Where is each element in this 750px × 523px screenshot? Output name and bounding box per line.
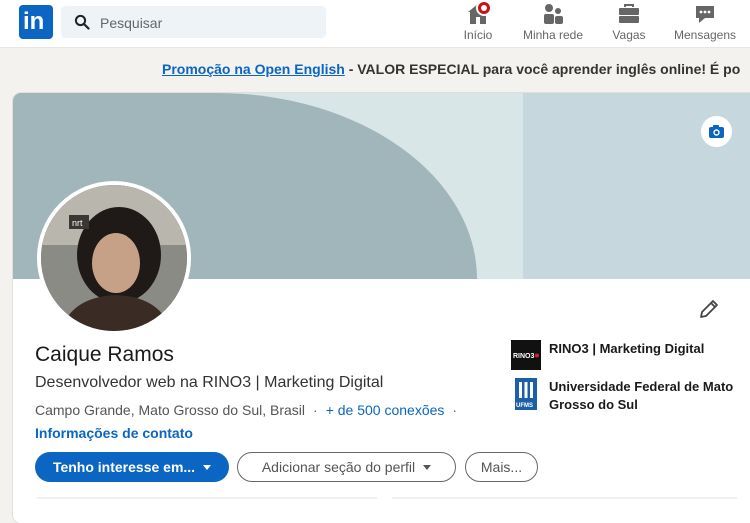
divider: [37, 497, 737, 499]
linkedin-logo[interactable]: in: [19, 5, 53, 39]
top-navbar: in Início Minha rede: [0, 0, 750, 48]
add-profile-section-button[interactable]: Adicionar seção do perfil: [237, 452, 456, 482]
rino3-logo-text: RINO3: [513, 353, 535, 360]
ufms-logo-text: UFMS: [516, 403, 533, 409]
promo-link[interactable]: Promoção na Open English: [162, 61, 345, 77]
search-box[interactable]: [61, 6, 326, 38]
caret-down-icon: [423, 464, 432, 470]
more-label: Mais...: [480, 459, 523, 475]
camera-icon: [709, 125, 724, 138]
contact-info-link[interactable]: Informações de contato: [35, 425, 193, 441]
nav-item-network[interactable]: Minha rede: [513, 2, 593, 46]
promo-banner: Promoção na Open English - VALOR ESPECIA…: [162, 61, 740, 77]
nav-label-jobs: Vagas: [612, 28, 646, 42]
home-icon: [466, 0, 492, 26]
open-to-button[interactable]: Tenho interesse em...: [35, 452, 229, 482]
messaging-icon: [693, 2, 717, 26]
profile-headline: Desenvolvedor web na RINO3 | Marketing D…: [35, 374, 384, 391]
rino3-logo: RINO3: [511, 340, 541, 370]
network-icon: [541, 2, 565, 26]
avatar[interactable]: nrt: [37, 181, 191, 335]
logo-text: in: [23, 8, 45, 35]
briefcase-icon: [617, 2, 641, 26]
profile-card: nrt Caique Ramos Desenvolvedor web na RI…: [13, 93, 750, 523]
nav-label-messaging: Mensagens: [673, 28, 737, 42]
edit-banner-button[interactable]: [701, 116, 732, 147]
nav-item-messaging[interactable]: Mensagens: [665, 2, 745, 46]
add-section-label: Adicionar seção do perfil: [261, 459, 416, 475]
nav-item-home[interactable]: Início: [438, 0, 518, 46]
org-name-company: RINO3 | Marketing Digital: [549, 341, 705, 356]
connections-link[interactable]: + de 500 conexões: [326, 402, 445, 418]
org-name-education: Universidade Federal de Mato Grosso do S…: [549, 379, 734, 412]
search-icon: [74, 14, 90, 30]
notification-badge: [476, 0, 492, 16]
nav-item-jobs[interactable]: Vagas: [589, 2, 669, 46]
search-input[interactable]: [98, 12, 322, 34]
profile-name: Caique Ramos: [35, 343, 174, 366]
promo-text: - VALOR ESPECIAL para você aprender ingl…: [348, 61, 741, 77]
profile-location: Campo Grande, Mato Grosso do Sul, Brasil: [35, 402, 306, 418]
profile-location-line: Campo Grande, Mato Grosso do Sul, Brasil…: [35, 402, 458, 418]
nav-label-network: Minha rede: [522, 28, 584, 42]
nav-label-home: Início: [463, 28, 493, 42]
more-button[interactable]: Mais...: [465, 452, 538, 482]
caret-down-icon: [203, 464, 212, 470]
shirt-text: nrt: [72, 218, 83, 228]
ufms-logo: UFMS: [515, 378, 537, 410]
edit-profile-pencil-icon[interactable]: [697, 297, 721, 321]
open-to-label: Tenho interesse em...: [52, 459, 196, 475]
